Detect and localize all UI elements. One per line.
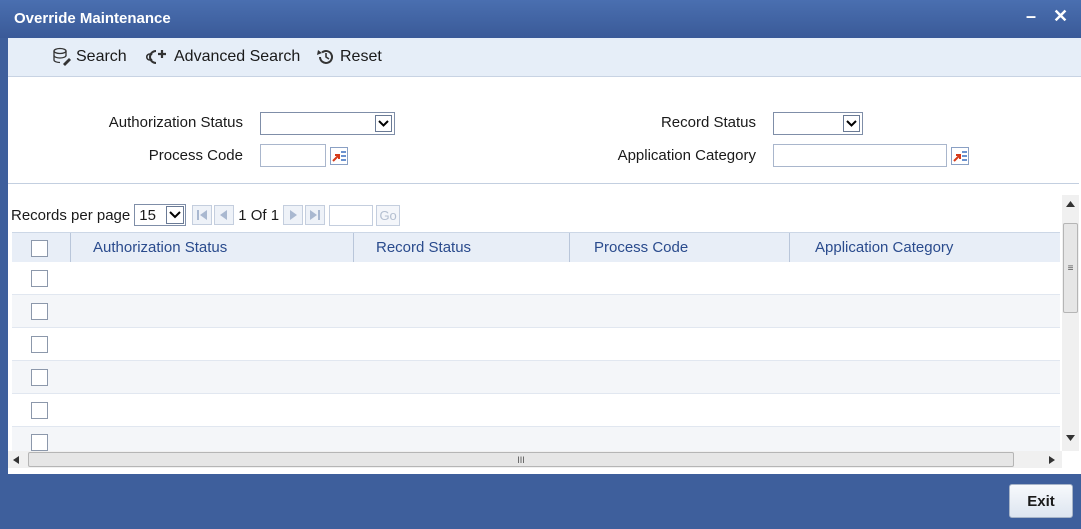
last-page-icon[interactable] [305,205,326,225]
column-separator [353,233,354,262]
horizontal-scrollbar[interactable]: III [8,451,1062,468]
row-checkbox[interactable] [31,336,48,353]
grid-header: Authorization Status Record Status Proce… [12,232,1060,263]
scroll-down-icon[interactable] [1066,435,1075,441]
advanced-search-button[interactable]: Advanced Search [146,47,300,67]
row-checkbox[interactable] [31,270,48,287]
horizontal-scroll-thumb[interactable]: III [28,452,1014,467]
results-grid: Records per page 15 1 Of 1 Go Authorizat… [8,195,1062,451]
search-form: Authorization Status Process Code Record… [8,77,1079,184]
advanced-search-label: Advanced Search [174,48,301,65]
reset-icon [317,49,333,64]
search-label: Search [76,48,127,65]
table-row[interactable] [12,295,1060,328]
row-checkbox[interactable] [31,369,48,386]
row-checkbox[interactable] [31,434,48,451]
go-button[interactable]: Go [376,204,401,226]
table-row[interactable] [12,427,1060,451]
process-code-input[interactable] [260,144,326,167]
reset-button[interactable]: Reset [316,47,382,67]
vertical-scroll-thumb[interactable]: ≡ [1063,223,1078,313]
column-header-application-category[interactable]: Application Category [815,239,953,256]
table-row[interactable] [12,394,1060,427]
process-code-label: Process Code [148,147,243,164]
left-frame [0,38,8,529]
scroll-right-icon[interactable] [1049,456,1055,464]
record-status-label: Record Status [660,114,756,131]
column-separator [569,233,570,262]
toolbar: Search Advanced Search Reset [8,38,1081,77]
record-status-select[interactable] [773,112,863,135]
chevron-down-icon [166,206,185,224]
reset-label: Reset [340,48,382,65]
column-separator [789,233,790,262]
page-info: 1 Of 1 [238,206,280,224]
column-header-record-status[interactable]: Record Status [376,239,471,256]
next-page-icon[interactable] [283,205,304,225]
chevron-down-icon [375,115,392,132]
column-header-process-code[interactable]: Process Code [594,239,688,256]
application-category-lov-icon[interactable] [951,147,969,165]
search-icon [53,47,71,66]
column-header-authorization-status[interactable]: Authorization Status [93,239,227,256]
minimize-button[interactable]: – [1026,6,1036,27]
search-button[interactable]: Search [52,47,127,67]
records-per-page-select[interactable]: 15 [134,204,187,226]
title-bar: Override Maintenance – ✕ [0,0,1081,38]
table-row[interactable] [12,328,1060,361]
table-row[interactable] [12,361,1060,394]
application-category-label: Application Category [617,147,756,164]
records-per-page-label: Records per page [11,206,131,224]
previous-page-icon[interactable] [214,205,235,225]
exit-button[interactable]: Exit [1009,484,1073,518]
close-button[interactable]: ✕ [1053,6,1068,27]
select-all-checkbox[interactable] [31,240,48,257]
page-number-input[interactable] [329,204,374,226]
scroll-up-icon[interactable] [1066,201,1075,207]
table-row[interactable] [12,262,1060,295]
authorization-status-label: Authorization Status [108,114,243,131]
vertical-scrollbar[interactable]: ≡ [1062,195,1079,451]
window-title: Override Maintenance [14,10,171,27]
footer-bar: Exit [8,474,1081,529]
application-category-input[interactable] [773,144,947,167]
records-per-page-value: 15 [139,207,156,224]
process-code-lov-icon[interactable] [330,147,348,165]
column-separator [70,233,71,262]
first-page-icon[interactable] [192,205,213,225]
scroll-left-icon[interactable] [13,456,19,464]
authorization-status-select[interactable] [260,112,395,135]
pager: Records per page 15 1 Of 1 Go [8,202,401,228]
advanced-search-icon [146,50,166,64]
row-checkbox[interactable] [31,402,48,419]
chevron-down-icon [843,115,860,132]
row-checkbox[interactable] [31,303,48,320]
